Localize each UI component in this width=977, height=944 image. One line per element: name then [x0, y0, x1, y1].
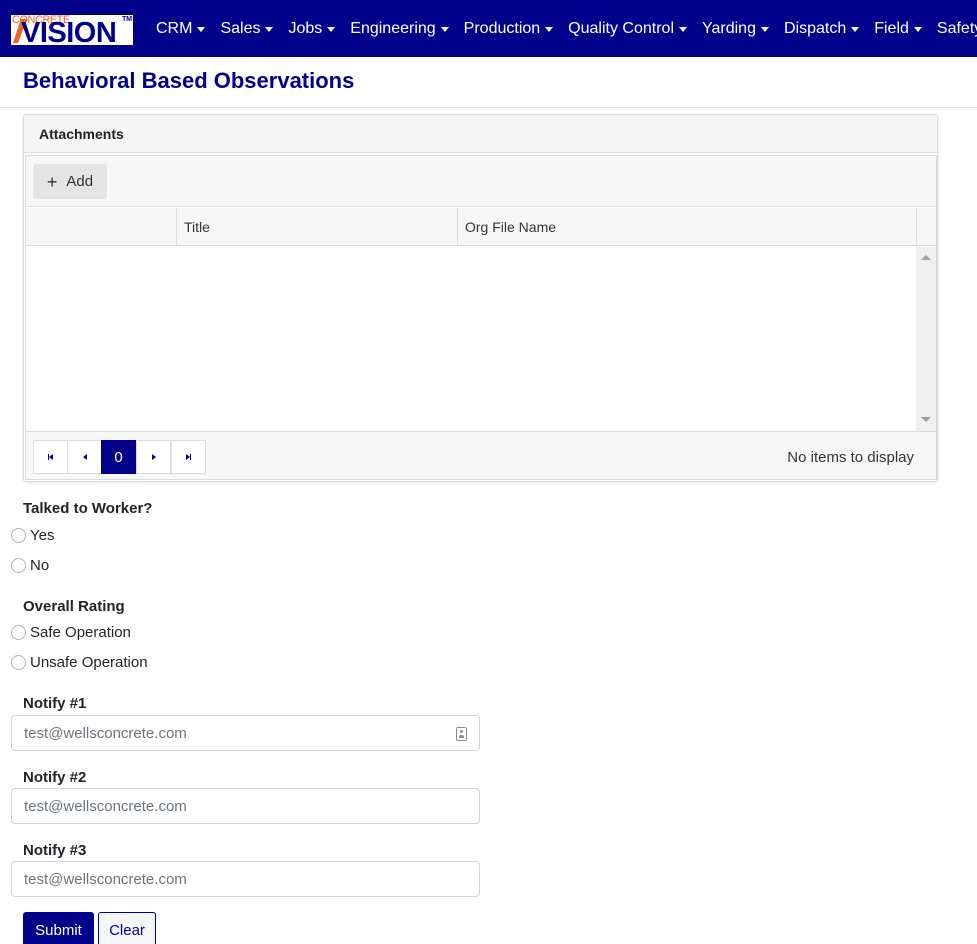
- nav-item-field[interactable]: Field: [874, 20, 922, 38]
- attachments-card: Attachments + Add Title Org File Name 0 …: [23, 114, 938, 482]
- grid-toolbar: + Add: [26, 156, 936, 207]
- grid-header-row: Title Org File Name: [26, 208, 936, 246]
- talked-to-worker-label: Talked to Worker?: [23, 500, 153, 517]
- nav-label: Safety: [936, 19, 977, 37]
- notify-2-label: Notify #2: [23, 769, 87, 786]
- radio-button[interactable]: [11, 655, 26, 670]
- nav-item-quality-control[interactable]: Quality Control: [568, 20, 687, 38]
- nav-item-safety[interactable]: Safety: [937, 20, 977, 38]
- scroll-up-arrow-icon[interactable]: [921, 255, 931, 260]
- scroll-down-arrow-icon[interactable]: [921, 417, 931, 422]
- header-divider: [0, 107, 977, 108]
- nav-label: Yarding: [702, 19, 756, 37]
- grid-vertical-scrollbar[interactable]: [916, 247, 936, 431]
- first-page-icon: [48, 454, 53, 460]
- column-header-scroll-spacer: [916, 208, 936, 246]
- current-page-number: 0: [114, 448, 123, 466]
- logo-trademark: TM: [122, 16, 133, 23]
- column-header-title[interactable]: Title: [176, 208, 457, 246]
- main-menu: CRM Sales Jobs Engineering Production Qu…: [156, 0, 977, 57]
- nav-label: Jobs: [288, 19, 323, 37]
- nav-item-yarding[interactable]: Yarding: [702, 20, 769, 38]
- nav-item-sales[interactable]: Sales: [220, 19, 274, 38]
- notify-3-label: Notify #3: [23, 842, 87, 859]
- overall-rating-safe[interactable]: Safe Operation: [11, 624, 131, 641]
- radio-label: Unsafe Operation: [30, 654, 148, 671]
- pager-next-button[interactable]: [136, 440, 171, 474]
- column-header-select[interactable]: [26, 208, 176, 246]
- radio-button[interactable]: [11, 528, 26, 543]
- nav-label: Production: [463, 19, 541, 37]
- plus-icon: +: [46, 171, 58, 192]
- nav-item-engineering[interactable]: Engineering: [350, 19, 449, 38]
- add-button-label: Add: [66, 173, 94, 190]
- caret-down-icon: [440, 26, 449, 32]
- pager-prev-button[interactable]: [67, 440, 102, 474]
- add-attachment-button[interactable]: + Add: [33, 164, 107, 199]
- next-page-icon: [151, 454, 156, 460]
- caret-down-icon: [679, 26, 687, 32]
- contact-card-icon[interactable]: [456, 727, 467, 741]
- nav-label: Field: [874, 19, 909, 37]
- grid-pager: 0 No items to display: [26, 431, 936, 479]
- radio-button[interactable]: [11, 625, 26, 640]
- nav-label: Engineering: [350, 19, 436, 37]
- overall-rating-unsafe[interactable]: Unsafe Operation: [11, 654, 148, 671]
- nav-item-jobs[interactable]: Jobs: [288, 19, 336, 38]
- caret-down-icon: [545, 26, 554, 32]
- logo-main-text: VISION: [21, 17, 117, 49]
- notify-2-email-field[interactable]: [11, 788, 480, 824]
- nav-label: Quality Control: [568, 19, 674, 37]
- talked-to-worker-yes[interactable]: Yes: [11, 527, 54, 544]
- caret-down-icon: [327, 26, 336, 32]
- column-header-org-file-name[interactable]: Org File Name: [457, 208, 916, 246]
- caret-down-icon: [913, 26, 922, 32]
- attachments-grid: + Add Title Org File Name 0 No items to …: [25, 155, 937, 480]
- pager-last-button[interactable]: [171, 440, 206, 474]
- pager-status: No items to display: [787, 449, 914, 466]
- notify-1-email-field[interactable]: [11, 715, 480, 751]
- last-page-icon: [186, 454, 191, 460]
- page-title: Behavioral Based Observations: [23, 68, 355, 93]
- radio-button[interactable]: [11, 558, 26, 573]
- nav-item-crm[interactable]: CRM: [156, 19, 206, 38]
- caret-down-icon: [851, 26, 860, 32]
- radio-label: No: [30, 557, 50, 574]
- top-navbar: CONCRETE VISION TM CRM Sales Jobs Engine…: [0, 0, 977, 57]
- nav-label: Dispatch: [783, 19, 847, 37]
- pager-current-page[interactable]: 0: [101, 440, 136, 474]
- caret-down-icon: [265, 26, 274, 32]
- nav-item-production[interactable]: Production: [464, 20, 554, 38]
- prev-page-icon: [82, 454, 87, 460]
- notify-1-label: Notify #1: [23, 695, 87, 712]
- concrete-vision-logo[interactable]: CONCRETE VISION TM: [11, 14, 133, 49]
- overall-rating-label: Overall Rating: [23, 598, 125, 615]
- radio-label: Yes: [30, 527, 55, 544]
- nav-label: CRM: [156, 19, 193, 37]
- pager-first-button[interactable]: [33, 440, 68, 474]
- clear-button[interactable]: Clear: [98, 912, 156, 944]
- notify-3-email-field[interactable]: [11, 861, 480, 897]
- attachments-heading: Attachments: [39, 126, 124, 142]
- grid-body: [26, 247, 936, 431]
- caret-down-icon: [197, 26, 206, 32]
- nav-item-dispatch[interactable]: Dispatch: [783, 19, 860, 38]
- nav-label: Sales: [220, 19, 261, 37]
- attachments-card-header: Attachments: [24, 115, 937, 153]
- caret-down-icon: [760, 26, 769, 32]
- submit-button[interactable]: Submit: [23, 912, 94, 944]
- radio-label: Safe Operation: [30, 624, 131, 641]
- talked-to-worker-no[interactable]: No: [11, 557, 49, 574]
